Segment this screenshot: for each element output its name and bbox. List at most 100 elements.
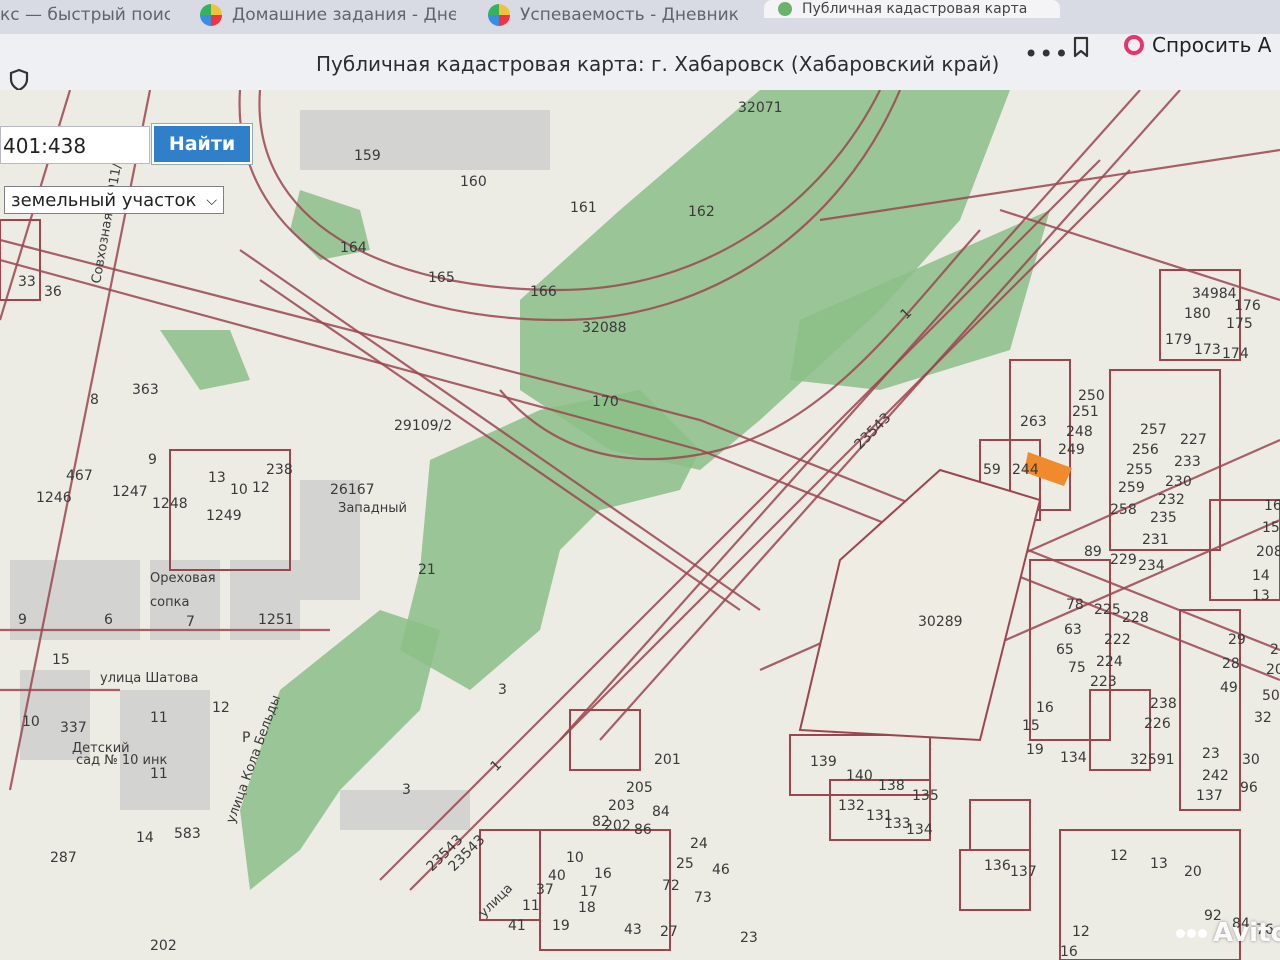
map-label: 256: [1132, 442, 1159, 458]
map-label: 136: [984, 858, 1011, 874]
map-label: 12: [1110, 848, 1128, 864]
map-label: 135: [912, 788, 939, 804]
map-label: 12: [1072, 924, 1090, 940]
map-label: 16: [1036, 700, 1054, 716]
map-label: 228: [1122, 610, 1149, 626]
map-label: 161: [570, 200, 597, 216]
map-label: 32591: [1130, 752, 1175, 768]
map-label: 20: [1266, 662, 1280, 678]
map-label: 227: [1180, 432, 1207, 448]
map-label: 9: [148, 452, 157, 468]
map-label: 1251: [258, 612, 294, 628]
watermark-text: Avito: [1213, 918, 1280, 948]
building-block: [230, 560, 300, 640]
map-label: 21: [1270, 642, 1280, 658]
ask-label: Спросить А: [1152, 33, 1272, 57]
map-label: 11: [150, 710, 168, 726]
map-label: 10: [566, 850, 584, 866]
map-label: 12: [252, 480, 270, 496]
map-label: 23: [740, 930, 758, 946]
map-label: 337: [60, 720, 87, 736]
map-label: 160: [460, 174, 487, 190]
map-label: 30289: [918, 614, 963, 630]
tab-bar: кс — быстрый поиск Домашние задания - Дн…: [0, 0, 1280, 34]
map-label: 132: [838, 798, 865, 814]
map-label: 46: [712, 862, 730, 878]
tab-homework[interactable]: Домашние задания - Дне: [200, 0, 456, 30]
building-block: [300, 480, 360, 600]
map-label: 16: [1264, 498, 1280, 514]
map-label: 14: [1252, 568, 1270, 584]
tab-search[interactable]: кс — быстрый поиск: [0, 0, 170, 30]
map-label: 32: [1254, 710, 1272, 726]
object-type-value: земельный участок: [11, 190, 197, 211]
map-label: 226: [1144, 716, 1171, 732]
map-label: 139: [810, 754, 837, 770]
map-label: 140: [846, 768, 873, 784]
map-label: 75: [1068, 660, 1086, 676]
map-label: 159: [354, 148, 381, 164]
map-label: 259: [1118, 480, 1145, 496]
map-label: 583: [174, 826, 201, 842]
map-label: 73: [694, 890, 712, 906]
map-label: 15: [1022, 718, 1040, 734]
map-label: 9: [18, 612, 27, 628]
tab-cadastral-map[interactable]: Публичная кадастровая карта: [764, 0, 1060, 18]
map-label: 11: [522, 898, 540, 914]
map-label: 179: [1165, 332, 1192, 348]
more-button[interactable]: •••: [1024, 40, 1069, 68]
map-label: 18: [578, 900, 596, 916]
map-label: 59: [983, 462, 1001, 478]
avito-watermark: Avito: [1176, 918, 1280, 948]
ask-alice-button[interactable]: Спросить А: [1124, 32, 1271, 58]
map-label: 33: [18, 274, 36, 290]
map-label: 230: [1165, 474, 1192, 490]
bookmark-icon[interactable]: [1070, 36, 1092, 58]
map-label: 20: [1184, 864, 1202, 880]
map-label: 235: [1150, 510, 1177, 526]
map-label: 13: [208, 470, 226, 486]
map-label: 11: [150, 766, 168, 782]
map-label: 21: [418, 562, 436, 578]
map-label: 29109/2: [394, 418, 452, 434]
map-label: 36: [44, 284, 62, 300]
map-label: 137: [1010, 864, 1037, 880]
search-input[interactable]: 401:438: [0, 126, 150, 164]
map-label: 19: [1026, 742, 1044, 758]
tab-label: кс — быстрый поиск: [0, 5, 170, 25]
alice-icon: [1124, 35, 1144, 55]
map-label: 201: [654, 752, 681, 768]
map-label: 63: [1064, 622, 1082, 638]
map-label: 208: [1256, 544, 1280, 560]
page-title[interactable]: Публичная кадастровая карта: г. Хабаровс…: [316, 52, 999, 76]
map-label: 65: [1056, 642, 1074, 658]
avito-logo-icon: [1176, 928, 1207, 938]
map-label: 29: [1228, 632, 1246, 648]
map-label: 1247: [112, 484, 148, 500]
map-label: 84: [652, 804, 670, 820]
map-label: 234: [1138, 558, 1165, 574]
object-type-select[interactable]: земельный участок ⌵: [4, 186, 224, 214]
tab-grades[interactable]: Успеваемость - Дневник: [488, 0, 738, 30]
shield-icon[interactable]: [8, 68, 30, 92]
map-label: 170: [592, 394, 619, 410]
map-label: 50: [1262, 688, 1280, 704]
map-label: 43: [624, 922, 642, 938]
cadastral-map[interactable]: 32071159160161 1621641651663208817029109/…: [0, 90, 1280, 960]
map-label: 231: [1142, 532, 1169, 548]
map-label: 32088: [582, 320, 627, 336]
tab-label: Домашние задания - Дне: [232, 5, 456, 25]
building-block: [300, 110, 550, 170]
map-label: 225: [1094, 602, 1121, 618]
map-icon: [778, 2, 792, 16]
map-label: 13: [1150, 856, 1168, 872]
map-label: 25: [676, 856, 694, 872]
map-label: 32071: [738, 100, 783, 116]
building-block: [70, 560, 140, 640]
map-label: 14: [136, 830, 154, 846]
map-label: улица Шатова: [100, 671, 198, 686]
map-label: 205: [626, 780, 653, 796]
find-button[interactable]: Найти: [152, 124, 252, 164]
map-label: P: [242, 730, 250, 746]
map-label: 17: [580, 884, 598, 900]
